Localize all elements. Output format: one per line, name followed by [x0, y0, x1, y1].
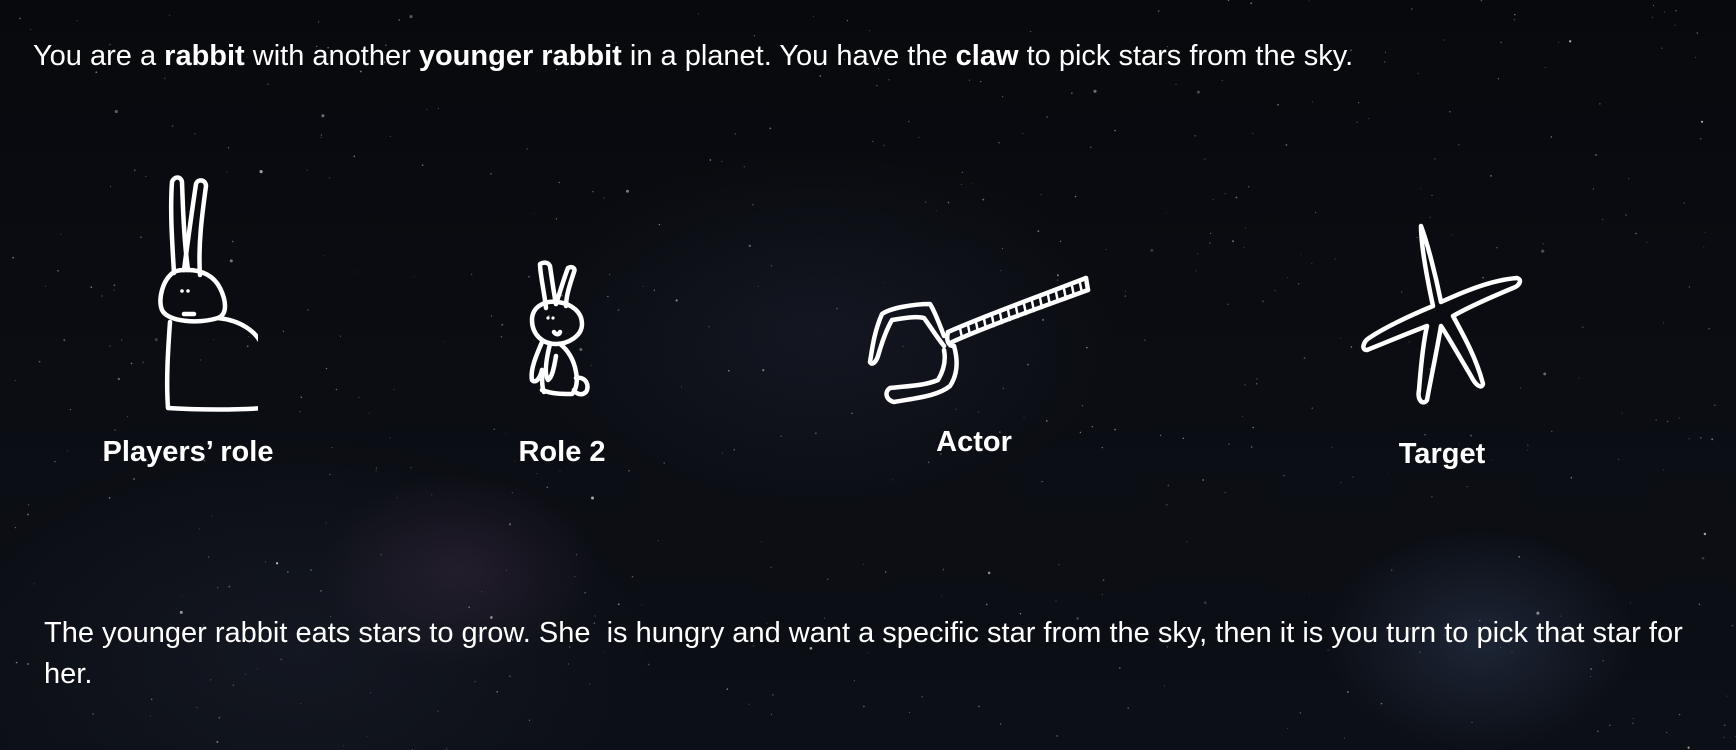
- roles-row: Players’ role Role 2 Actor Target: [0, 0, 1736, 500]
- star-icon: [1361, 223, 1523, 405]
- role-label: Role 2: [518, 436, 606, 468]
- outro-text: The younger rabbit eats stars to grow. S…: [44, 617, 1691, 690]
- role-players: Players’ role: [88, 170, 288, 469]
- young-rabbit-icon: [529, 260, 590, 397]
- claw-icon: [867, 275, 1091, 405]
- role-2: Role 2: [462, 260, 662, 469]
- role-actor: Actor: [867, 270, 1091, 459]
- role-label: Players’ role: [102, 436, 274, 468]
- role-label: Target: [1398, 438, 1486, 470]
- role-label: Actor: [936, 426, 1012, 458]
- rabbit-icon: [158, 175, 258, 412]
- role-target: Target: [1342, 222, 1542, 471]
